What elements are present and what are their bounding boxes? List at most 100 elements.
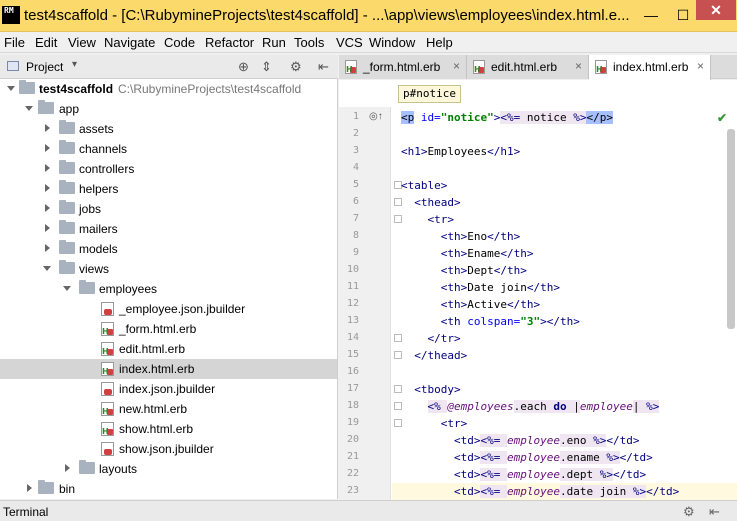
code-line[interactable]: <tr> [401, 211, 455, 228]
line-number: 19 [346, 417, 359, 428]
tab-form-erb[interactable]: _form.html.erb × [339, 55, 467, 79]
collapse-arrow-icon[interactable] [42, 163, 52, 173]
erb-file-icon [101, 362, 114, 376]
tree-item-form-erb[interactable]: _form.html.erb [0, 319, 337, 339]
line-number: 13 [346, 315, 359, 326]
tree-item-layouts[interactable]: layouts [0, 459, 337, 479]
line-number: 12 [346, 298, 359, 309]
tree-item-assets[interactable]: assets [0, 119, 337, 139]
minimize-button[interactable]: — [640, 6, 662, 24]
expand-arrow-icon[interactable] [24, 103, 34, 113]
collapse-arrow-icon[interactable] [42, 223, 52, 233]
code-line[interactable]: <thead> [401, 194, 460, 211]
terminal-tool-button[interactable]: Terminal [3, 505, 48, 519]
menu-run[interactable]: Run [262, 35, 286, 50]
code-line[interactable]: <th>Dept</th> [401, 262, 527, 279]
menu-edit[interactable]: Edit [35, 35, 57, 50]
expand-arrow-icon[interactable] [62, 283, 72, 293]
menu-code[interactable]: Code [164, 35, 195, 50]
code-line[interactable]: <tr> [401, 415, 468, 432]
tree-item-channels[interactable]: channels [0, 139, 337, 159]
menu-vcs[interactable]: VCS [336, 35, 363, 50]
menu-window[interactable]: Window [369, 35, 415, 50]
menu-navigate[interactable]: Navigate [104, 35, 155, 50]
tree-item-employees[interactable]: employees [0, 279, 337, 299]
code-line[interactable]: <% @employees.each do |employee| %> [401, 398, 660, 415]
close-tab-icon[interactable]: × [575, 59, 582, 73]
code-line[interactable]: <p id="notice"><%= notice %></p> [401, 109, 613, 126]
folder-icon [38, 480, 54, 494]
tree-item-index-erb[interactable]: index.html.erb [0, 359, 337, 379]
tab-index-erb[interactable]: index.html.erb × [589, 55, 711, 80]
gear-icon[interactable]: ⚙ [683, 504, 695, 520]
expand-arrow-icon[interactable] [6, 83, 16, 93]
tree-item-test4scaffold[interactable]: test4scaffold C:\RubymineProjects\test4s… [0, 79, 337, 99]
tree-item-controllers[interactable]: controllers [0, 159, 337, 179]
code-line[interactable]: <table> [401, 177, 447, 194]
line-number: 9 [352, 247, 359, 258]
line-number: 11 [346, 281, 359, 292]
tree-item-edit-erb[interactable]: edit.html.erb [0, 339, 337, 359]
tree-item-models[interactable]: models [0, 239, 337, 259]
implemented-marker-icon[interactable]: ◎↑ [369, 111, 383, 122]
tree-item-helpers[interactable]: helpers [0, 179, 337, 199]
tab-edit-erb[interactable]: edit.html.erb × [467, 55, 589, 79]
tree-item-mailers[interactable]: mailers [0, 219, 337, 239]
code-editor[interactable]: ◎↑ ✔ 1 <p id="notice"><%= notice %></p> 2 3… [339, 107, 737, 500]
menu-tools[interactable]: Tools [294, 35, 324, 50]
gear-icon[interactable]: ⚙ [290, 59, 302, 75]
close-tab-icon[interactable]: × [453, 59, 460, 73]
collapse-arrow-icon[interactable] [42, 203, 52, 213]
collapse-arrow-icon[interactable] [24, 483, 34, 493]
collapse-arrow-icon[interactable] [42, 123, 52, 133]
code-line[interactable]: <th colspan="3"></th> [401, 313, 580, 330]
code-line[interactable]: <td><%= employee.ename %></td> [401, 449, 653, 466]
code-line[interactable]: </tr> [401, 330, 461, 347]
expand-arrow-icon[interactable] [42, 263, 52, 273]
menu-file[interactable]: File [4, 35, 25, 50]
code-line[interactable]: <td><%= employee.eno %></td> [401, 432, 639, 449]
tree-item-index-jbuilder[interactable]: index.json.jbuilder [0, 379, 337, 399]
code-line[interactable]: <th>Eno</th> [401, 228, 521, 245]
breadcrumb[interactable]: p#notice [398, 85, 461, 103]
menu-refactor[interactable]: Refactor [205, 35, 254, 50]
menu-help[interactable]: Help [426, 35, 453, 50]
jbuilder-file-icon [101, 382, 114, 396]
tree-item-new-erb[interactable]: new.html.erb [0, 399, 337, 419]
tree-item-label: _form.html.erb [119, 322, 197, 336]
tree-item-employee-jbuilder[interactable]: _employee.json.jbuilder [0, 299, 337, 319]
project-view-selector[interactable]: Project [26, 60, 63, 74]
scroll-from-source-icon[interactable]: ⊕ [238, 59, 249, 75]
tree-item-show-jbuilder[interactable]: show.json.jbuilder [0, 439, 337, 459]
menu-view[interactable]: View [68, 35, 96, 50]
collapse-arrow-icon[interactable] [62, 463, 72, 473]
editor-scrollbar[interactable] [727, 129, 735, 329]
line-number: 1 [352, 111, 359, 122]
code-line[interactable]: <h1>Employees</h1> [401, 143, 520, 160]
collapse-arrow-icon[interactable] [42, 143, 52, 153]
tree-item-views[interactable]: views [0, 259, 337, 279]
tree-item-show-erb[interactable]: show.html.erb [0, 419, 337, 439]
collapse-all-icon[interactable]: ⇕ [261, 59, 272, 75]
close-tab-icon[interactable]: × [697, 59, 704, 73]
collapse-arrow-icon[interactable] [42, 243, 52, 253]
hide-pane-icon[interactable]: ⇤ [709, 504, 720, 520]
code-line[interactable]: </thead> [401, 347, 467, 364]
code-line[interactable]: <td><%= employee.date join %></td> [401, 483, 679, 500]
tree-item-bin[interactable]: bin [0, 479, 337, 499]
erb-file-icon [101, 422, 114, 436]
tree-item-label: show.html.erb [119, 422, 194, 436]
tree-item-app[interactable]: app [0, 99, 337, 119]
code-line[interactable]: <th>Ename</th> [401, 245, 534, 262]
dropdown-arrow-icon[interactable]: ▾ [72, 59, 77, 70]
code-line[interactable]: <tbody> [401, 381, 460, 398]
tree-item-label: views [79, 262, 110, 276]
hide-pane-icon[interactable]: ⇤ [318, 59, 329, 75]
tree-item-jobs[interactable]: jobs [0, 199, 337, 219]
code-line[interactable]: <th>Active</th> [401, 296, 540, 313]
close-window-button[interactable]: ✕ [696, 0, 736, 20]
maximize-button[interactable]: ☐ [672, 6, 694, 24]
collapse-arrow-icon[interactable] [42, 183, 52, 193]
code-line[interactable]: <td><%= employee.dept %></td> [401, 466, 646, 483]
code-line[interactable]: <th>Date join</th> [401, 279, 560, 296]
